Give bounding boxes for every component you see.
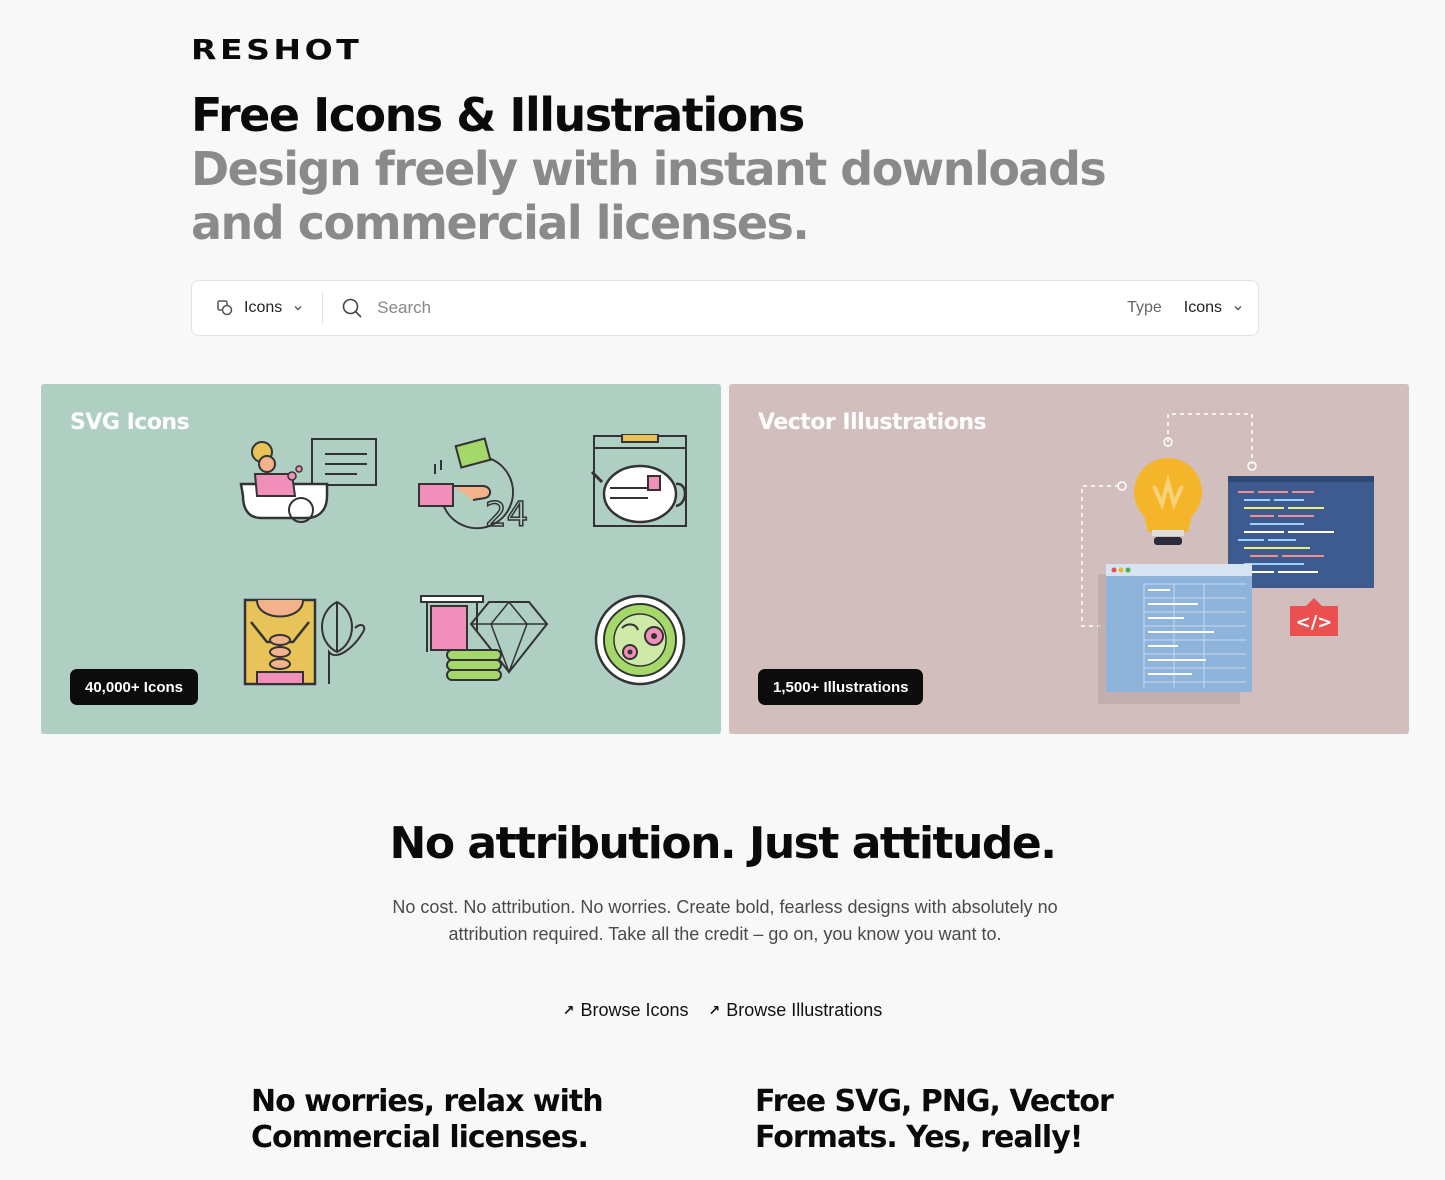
chevron-down-icon xyxy=(1234,306,1242,311)
search-icon xyxy=(342,298,362,318)
icons-count-badge: 40,000+ Icons xyxy=(70,669,198,705)
vector-illustrations-card-title: Vector Illustrations xyxy=(758,410,987,435)
arrow-up-right-icon: ↗ xyxy=(562,1002,575,1018)
svg-text:</>: </> xyxy=(1296,612,1333,633)
vector-illustrations-card[interactable]: Vector Illustrations </> 1,500+ Illustra… xyxy=(729,384,1409,734)
browse-icons-link[interactable]: ↗ Browse Icons xyxy=(563,1000,689,1021)
developer-illustration: </> xyxy=(1081,413,1374,704)
search-field-wrap xyxy=(323,297,1127,319)
search-input[interactable] xyxy=(377,298,978,318)
massage-icon xyxy=(237,592,377,692)
asset-type-dropdown[interactable]: Icons xyxy=(192,292,324,324)
attribution-text: No cost. No attribution. No worries. Cre… xyxy=(392,897,1058,944)
teapot-icon xyxy=(588,433,721,534)
hand-wash-24-icon: 24 xyxy=(413,434,553,536)
feature-commercial-licenses: No worries, relax with Commercial licens… xyxy=(251,1084,604,1155)
svg-text:24: 24 xyxy=(485,495,528,534)
type-filter: Type Icons xyxy=(1127,299,1258,317)
type-filter-label: Type xyxy=(1127,299,1162,316)
svg-icons-card-title: SVG Icons xyxy=(70,410,190,435)
bath-icon xyxy=(237,434,377,534)
attribution-heading: No attribution. Just attitude. xyxy=(389,818,1057,869)
chevron-down-icon xyxy=(294,306,302,311)
browse-links: ↗ Browse Icons ↗ Browse Illustrations xyxy=(0,1000,1445,1021)
page-subtitle: Design freely with instant downloads and… xyxy=(191,142,1107,250)
feature-free-formats: Free SVG, PNG, Vector Formats. Yes, real… xyxy=(755,1084,1114,1155)
browse-icons-label: Browse Icons xyxy=(580,1000,689,1020)
asset-type-label: Icons xyxy=(244,299,283,316)
type-filter-value: Icons xyxy=(1183,299,1222,316)
search-bar: Icons Type Icons xyxy=(191,280,1259,336)
shapes-icon xyxy=(217,300,233,316)
reshot-logo[interactable]: RESHOT xyxy=(191,36,362,64)
page-title: Free Icons & Illustrations xyxy=(191,88,805,142)
type-filter-dropdown[interactable]: Icons xyxy=(1184,299,1244,317)
illustrations-count-badge: 1,500+ Illustrations xyxy=(758,669,924,705)
browse-illustrations-link[interactable]: ↗ Browse Illustrations xyxy=(708,1000,882,1021)
arrow-up-right-icon: ↗ xyxy=(708,1002,721,1018)
svg-icons-card[interactable]: SVG Icons 24 40,000+ Icons xyxy=(41,384,721,734)
browse-illustrations-label: Browse Illustrations xyxy=(726,1000,883,1020)
salad-bowl-icon xyxy=(588,592,721,692)
gem-towel-icon xyxy=(413,592,553,692)
